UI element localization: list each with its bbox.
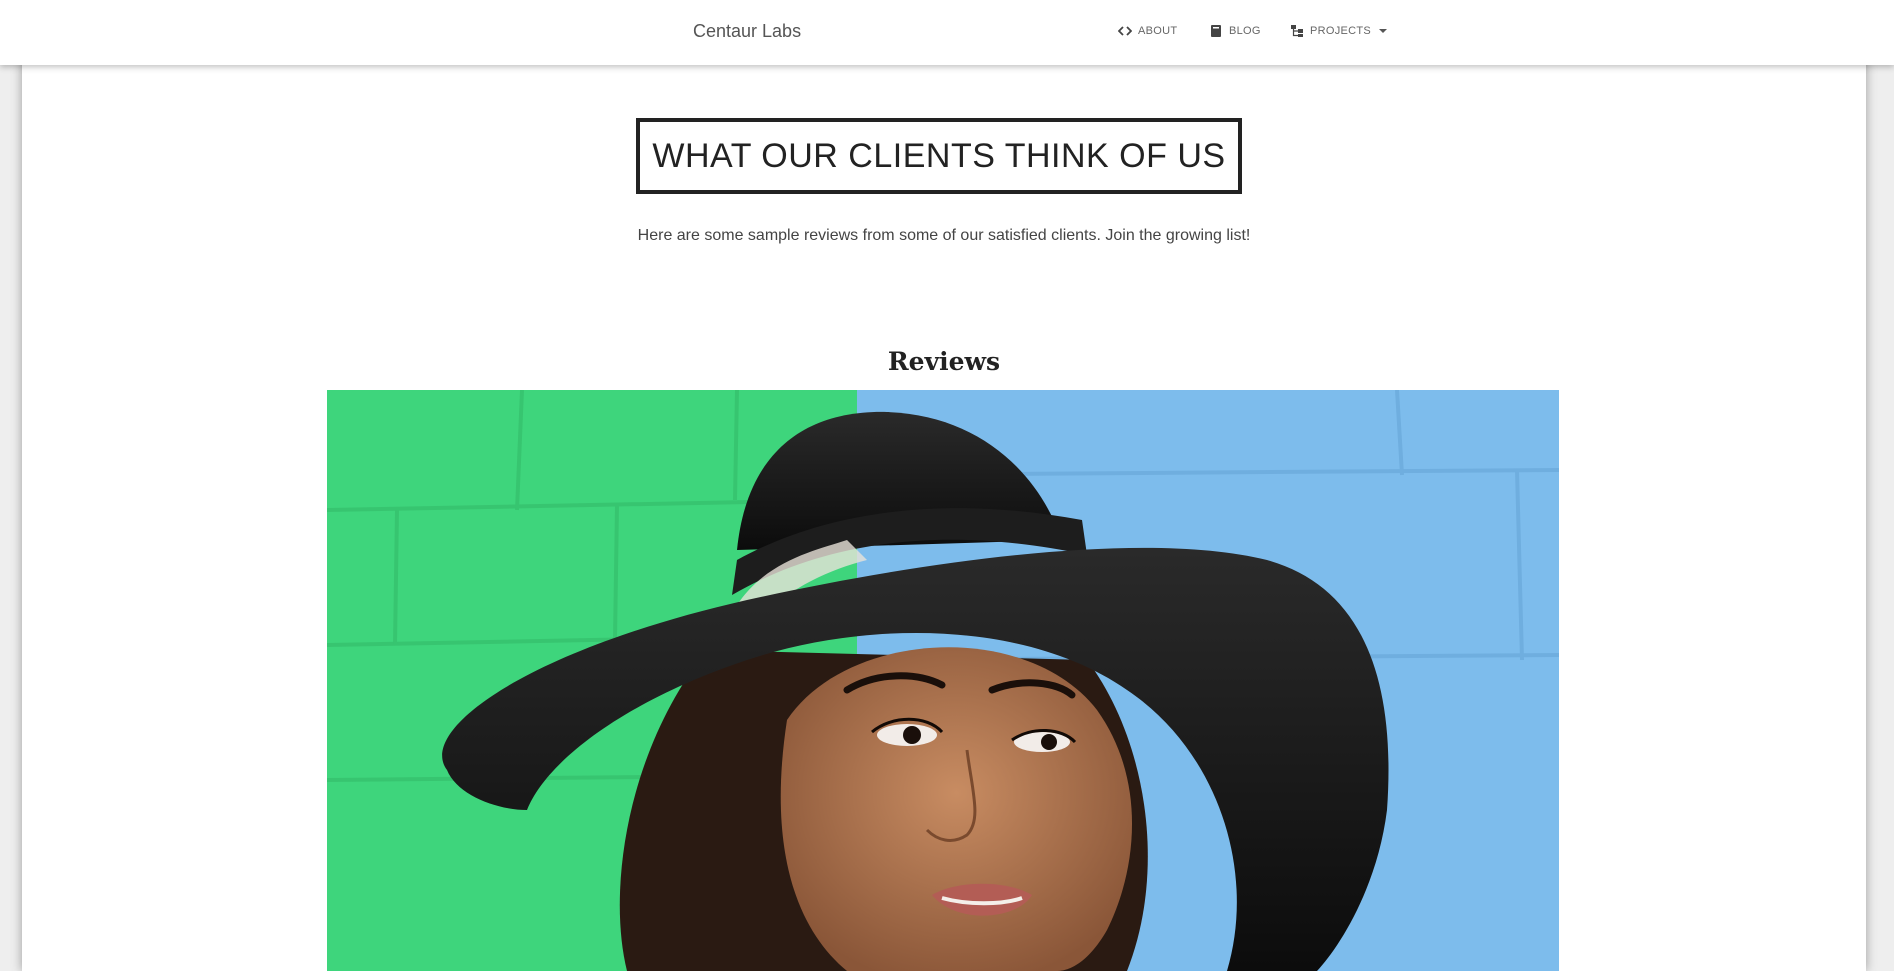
- nav-blog-label: BLOG: [1229, 25, 1261, 37]
- page-title: WHAT OUR CLIENTS THINK OF US: [636, 118, 1242, 194]
- nav-item-about[interactable]: ABOUT: [1117, 24, 1178, 38]
- code-icon: [1117, 24, 1133, 38]
- portrait-image: [327, 390, 1559, 971]
- top-navbar: Centaur Labs ABOUT BLOG PROJECTS: [0, 0, 1894, 65]
- brand-link[interactable]: Centaur Labs: [693, 21, 801, 42]
- nav-item-projects[interactable]: PROJECTS: [1290, 24, 1388, 38]
- chevron-down-icon: [1379, 29, 1388, 33]
- review-photo: [327, 390, 1559, 971]
- nav-item-blog[interactable]: BLOG: [1209, 24, 1261, 38]
- reviews-heading: Reviews: [887, 347, 1001, 376]
- nav-about-label: ABOUT: [1138, 25, 1178, 37]
- page-subtitle: Here are some sample reviews from some o…: [637, 227, 1251, 244]
- book-icon: [1209, 24, 1223, 38]
- nav-projects-label: PROJECTS: [1310, 25, 1372, 37]
- sitemap-icon: [1290, 24, 1304, 38]
- page-content: WHAT OUR CLIENTS THINK OF US Here are so…: [22, 55, 1866, 971]
